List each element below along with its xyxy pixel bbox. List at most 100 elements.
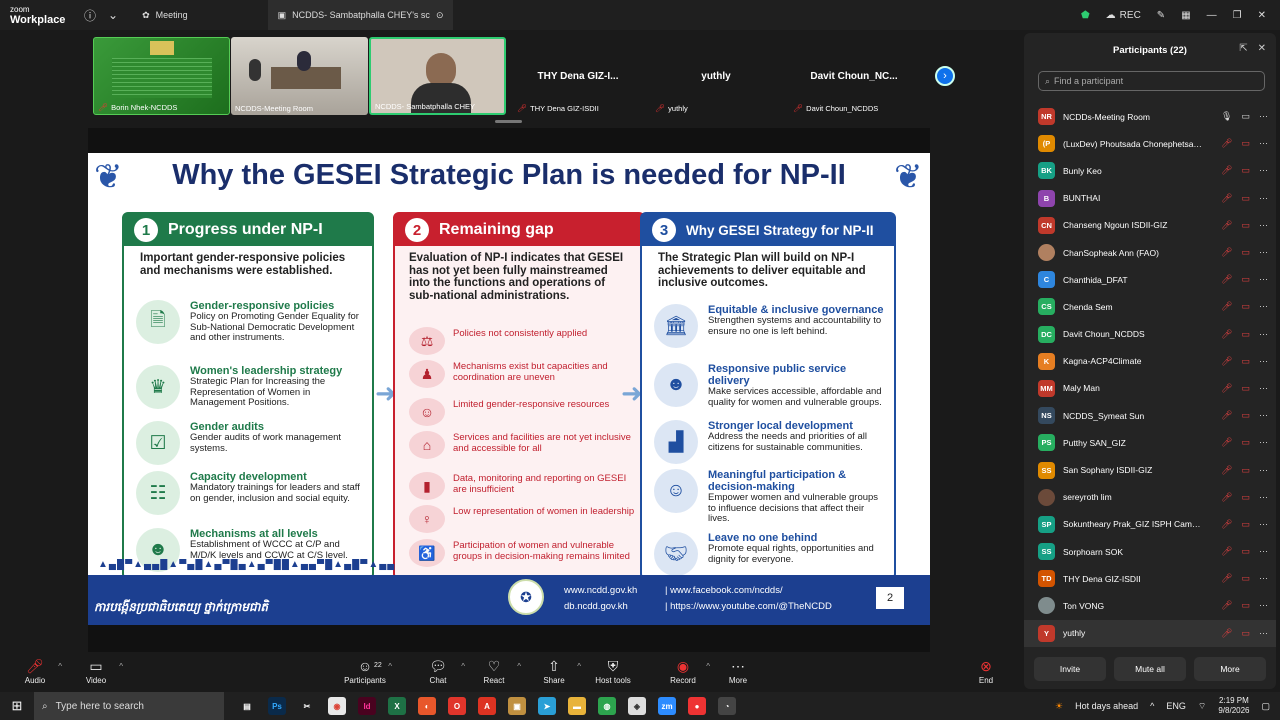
task-view-icon[interactable]: ▤ [238, 697, 256, 715]
excel-icon[interactable]: X [388, 697, 406, 715]
camera-off-icon[interactable]: ▭ [1241, 465, 1250, 476]
video-tile-sambatphalla[interactable]: NCDDS- Sambatphalla CHEY [369, 37, 506, 115]
tray-chevron-icon[interactable]: ^ [1150, 701, 1154, 711]
more-icon[interactable]: ⋯ [1259, 329, 1268, 340]
mic-off-icon[interactable]: 🎤︎ [1221, 573, 1232, 584]
acrobat-icon[interactable]: A [478, 697, 496, 715]
weather-icon[interactable]: ☀ [1055, 701, 1063, 712]
name-tile-yuthly[interactable]: yuthly 🎤︎ yuthly [651, 37, 781, 115]
mute-all-button[interactable]: Mute all [1114, 657, 1186, 681]
participant-row[interactable]: DC Davit Choun_NCDDS 🎤︎ ▭ ⋯ [1024, 321, 1276, 348]
mic-off-icon[interactable]: 🎤︎ [1221, 546, 1232, 557]
mic-off-icon[interactable]: 🎤︎ [1221, 165, 1232, 176]
camera-off-icon[interactable]: ▭ [1241, 600, 1250, 611]
participant-row[interactable]: NS NCDDS_Symeat Sun 🎤︎ ▭ ⋯ [1024, 402, 1276, 429]
mic-off-icon[interactable]: 🎤︎ [1221, 138, 1232, 149]
more-icon[interactable]: ⋯ [1259, 465, 1268, 476]
windows-start-icon[interactable]: ⊞ [0, 692, 34, 720]
indesign-icon[interactable]: Id [358, 697, 376, 715]
participant-row[interactable]: ChanSopheak Ann (FAO) 🎤︎ ▭ ⋯ [1024, 239, 1276, 266]
participant-row[interactable]: B BUNTHAI 🎤︎ ▭ ⋯ [1024, 185, 1276, 212]
participants-button[interactable]: ☺ 22 Participants ^ [340, 656, 392, 685]
camera-off-icon[interactable]: ▭ [1241, 628, 1250, 639]
participant-row[interactable]: TD THY Dena GIZ-ISDII 🎤︎ ▭ ⋯ [1024, 565, 1276, 592]
host-tools-button[interactable]: ⛨ Host tools [588, 656, 638, 685]
participant-row[interactable]: (P (LuxDev) Phoutsada Chonephetsala... 🎤︎ ▭… [1024, 130, 1276, 157]
file-explorer-icon[interactable]: ▬ [568, 697, 586, 715]
pen-icon[interactable]: ✎ [1157, 10, 1165, 21]
more-icon[interactable]: ⋯ [1259, 356, 1268, 367]
caret-up-icon[interactable]: ^ [577, 662, 581, 671]
camera-off-icon[interactable]: ▭ [1241, 383, 1250, 394]
camera-off-icon[interactable]: ▭ [1241, 247, 1250, 258]
more-icon[interactable]: ⋯ [1259, 600, 1268, 611]
camera-off-icon[interactable]: ▭ [1241, 437, 1250, 448]
app-icon[interactable]: ▣ [508, 697, 526, 715]
video-button[interactable]: ▭ Video ^ [71, 656, 123, 685]
participant-row[interactable]: sereyroth lim 🎤︎ ▭ ⋯ [1024, 484, 1276, 511]
close-icon[interactable]: ✕ [1258, 10, 1266, 21]
mic-off-icon[interactable]: 🎤︎ [1221, 519, 1232, 530]
info-icon[interactable]: ⓘ [84, 7, 96, 24]
mic-off-icon[interactable]: 🎤︎ [1221, 274, 1232, 285]
more-controls-button[interactable]: ⋯ More [713, 656, 763, 685]
wifi-icon[interactable]: ⌔ [1198, 701, 1206, 712]
record-button[interactable]: ◉ Record ^ [658, 656, 710, 685]
more-icon[interactable]: ⋯ [1259, 301, 1268, 312]
camera-off-icon[interactable]: ▭ [1241, 193, 1250, 204]
recording-indicator[interactable]: ☁ REC [1106, 10, 1141, 21]
app-icon[interactable]: ◈ [628, 697, 646, 715]
shield-icon[interactable]: ⬟ [1081, 10, 1090, 21]
mic-off-icon[interactable]: 🎤︎ [1221, 193, 1232, 204]
more-icon[interactable]: ⋯ [1259, 383, 1268, 394]
participant-row[interactable]: SS San Sophany ISDII-GIZ 🎤︎ ▭ ⋯ [1024, 456, 1276, 483]
more-icon[interactable]: ⋯ [1259, 138, 1268, 149]
chat-button[interactable]: 💬︎ Chat ^ [413, 656, 465, 685]
participant-row[interactable]: MM Maly Man 🎤︎ ▭ ⋯ [1024, 375, 1276, 402]
video-tile-borin[interactable]: 🎤︎ Borin Nhek-NCDDS [93, 37, 230, 115]
mic-off-icon[interactable]: 🎤︎ [1221, 356, 1232, 367]
video-tile-meeting-room[interactable]: NCDDS-Meeting Room [231, 37, 368, 115]
mic-off-icon[interactable]: 🎤︎ [1221, 492, 1232, 503]
firefox-icon[interactable]: ◐ [418, 697, 436, 715]
camera-off-icon[interactable]: ▭ [1241, 519, 1250, 530]
camera-off-icon[interactable]: ▭ [1241, 410, 1250, 421]
mic-off-icon[interactable]: 🎤︎ [1221, 465, 1232, 476]
more-icon[interactable]: ⋯ [1259, 492, 1268, 503]
participant-row[interactable]: Yyuthly 🎤︎ ▭ ⋯ [1024, 619, 1276, 647]
notification-icon[interactable]: ▢ [1261, 701, 1270, 712]
camera-off-icon[interactable]: ▭ [1241, 220, 1250, 231]
minimize-icon[interactable]: — [1207, 10, 1217, 21]
name-tile-davit[interactable]: Davit Choun_NC... 🎤︎ Davit Choun_NCDDS [789, 37, 919, 115]
more-icon[interactable]: ⋯ [1259, 573, 1268, 584]
participant-row[interactable]: PS Putthy SAN_GIZ 🎤︎ ▭ ⋯ [1024, 429, 1276, 456]
taskbar-search-input[interactable]: ⌕ Type here to search [34, 692, 224, 720]
mic-off-icon[interactable]: 🎤︎ [1221, 247, 1232, 258]
caret-up-icon[interactable]: ^ [517, 662, 521, 671]
participant-row[interactable]: CN Chanseng Ngoun ISDII-GIZ 🎤︎ ▭ ⋯ [1024, 212, 1276, 239]
resize-handle[interactable] [495, 120, 522, 123]
tab-screen-share[interactable]: ▣ NCDDS- Sambatphalla CHEY's sc ⊙ [267, 0, 454, 30]
participant-row[interactable]: K Kagna-ACP4Climate 🎤︎ ▭ ⋯ [1024, 348, 1276, 375]
tab-meeting[interactable]: ✿ Meeting [132, 0, 198, 30]
mic-off-icon[interactable]: 🎤︎ [1221, 383, 1232, 394]
camera-icon[interactable]: ▭ [1241, 111, 1250, 122]
more-icon[interactable]: ⋯ [1259, 410, 1268, 421]
camera-off-icon[interactable]: ▭ [1241, 329, 1250, 340]
camera-off-icon[interactable]: ▭ [1241, 573, 1250, 584]
audio-button[interactable]: 🎤︎ Audio ^ [10, 656, 62, 685]
mic-off-icon[interactable]: 🎤︎ [1221, 220, 1232, 231]
app-icon[interactable]: ◍ [598, 697, 616, 715]
caret-up-icon[interactable]: ^ [388, 662, 392, 671]
mic-off-icon[interactable]: 🎤︎ [1221, 410, 1232, 421]
caret-up-icon[interactable]: ^ [58, 662, 62, 671]
restore-icon[interactable]: ❐ [1233, 10, 1242, 21]
more-icon[interactable]: ⋯ [1259, 165, 1268, 176]
participant-row[interactable]: SP Sokuntheary Prak_GIZ ISPH Cambo... 🎤︎ ▭ ⋯ [1024, 511, 1276, 538]
camera-off-icon[interactable]: ▭ [1241, 165, 1250, 176]
more-options-icon[interactable]: ⊙ [436, 10, 444, 21]
language-indicator[interactable]: ENG [1166, 701, 1186, 711]
more-icon[interactable]: ⋯ [1259, 437, 1268, 448]
telegram-icon[interactable]: ➤ [538, 697, 556, 715]
camera-off-icon[interactable]: ▭ [1241, 492, 1250, 503]
